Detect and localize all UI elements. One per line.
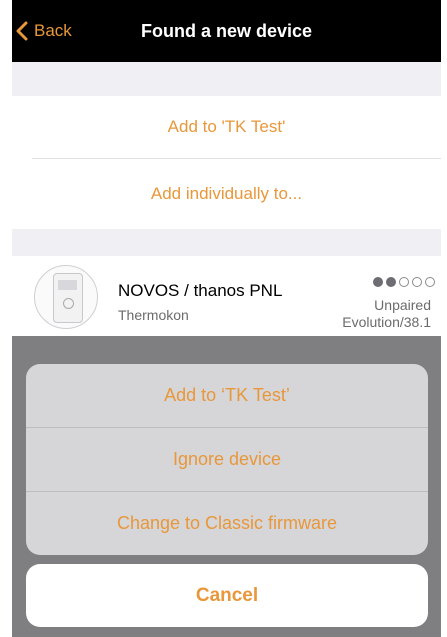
add-individually-label: Add individually to...: [150, 184, 303, 203]
add-individually-option[interactable]: Add individually to...: [12, 159, 441, 229]
pairing-status: Unpaired: [374, 297, 431, 313]
change-firmware-button[interactable]: Change to Classic firmware: [26, 492, 428, 555]
back-button[interactable]: Back: [12, 0, 72, 62]
signal-dot: [425, 277, 435, 287]
chevron-left-icon: [16, 21, 28, 41]
add-to-group-label: Add to 'TK Test': [167, 117, 286, 136]
signal-dot: [412, 277, 422, 287]
page-title: Found a new device: [140, 21, 313, 41]
sheet-add-to-group-button[interactable]: Add to ‘TK Test’: [26, 364, 428, 427]
signal-dots-icon: [373, 277, 435, 287]
device-thumbnail: [34, 265, 98, 329]
action-sheet: Add to ‘TK Test’ Ignore device Change to…: [26, 364, 428, 555]
signal-dot: [386, 277, 396, 287]
section-spacer: [12, 229, 441, 256]
device-image: [53, 273, 83, 323]
cancel-button[interactable]: Cancel: [26, 564, 428, 627]
signal-dot: [373, 277, 383, 287]
add-to-group-option[interactable]: Add to 'TK Test': [12, 96, 441, 158]
firmware-version: Evolution/38.1: [342, 314, 431, 330]
device-manufacturer: Thermokon: [118, 307, 189, 323]
back-label: Back: [34, 21, 72, 40]
ignore-device-button[interactable]: Ignore device: [26, 428, 428, 491]
device-name: NOVOS / thanos PNL: [118, 281, 283, 300]
navigation-bar: Back Found a new device: [12, 0, 441, 62]
section-spacer: [12, 62, 441, 96]
signal-dot: [399, 277, 409, 287]
